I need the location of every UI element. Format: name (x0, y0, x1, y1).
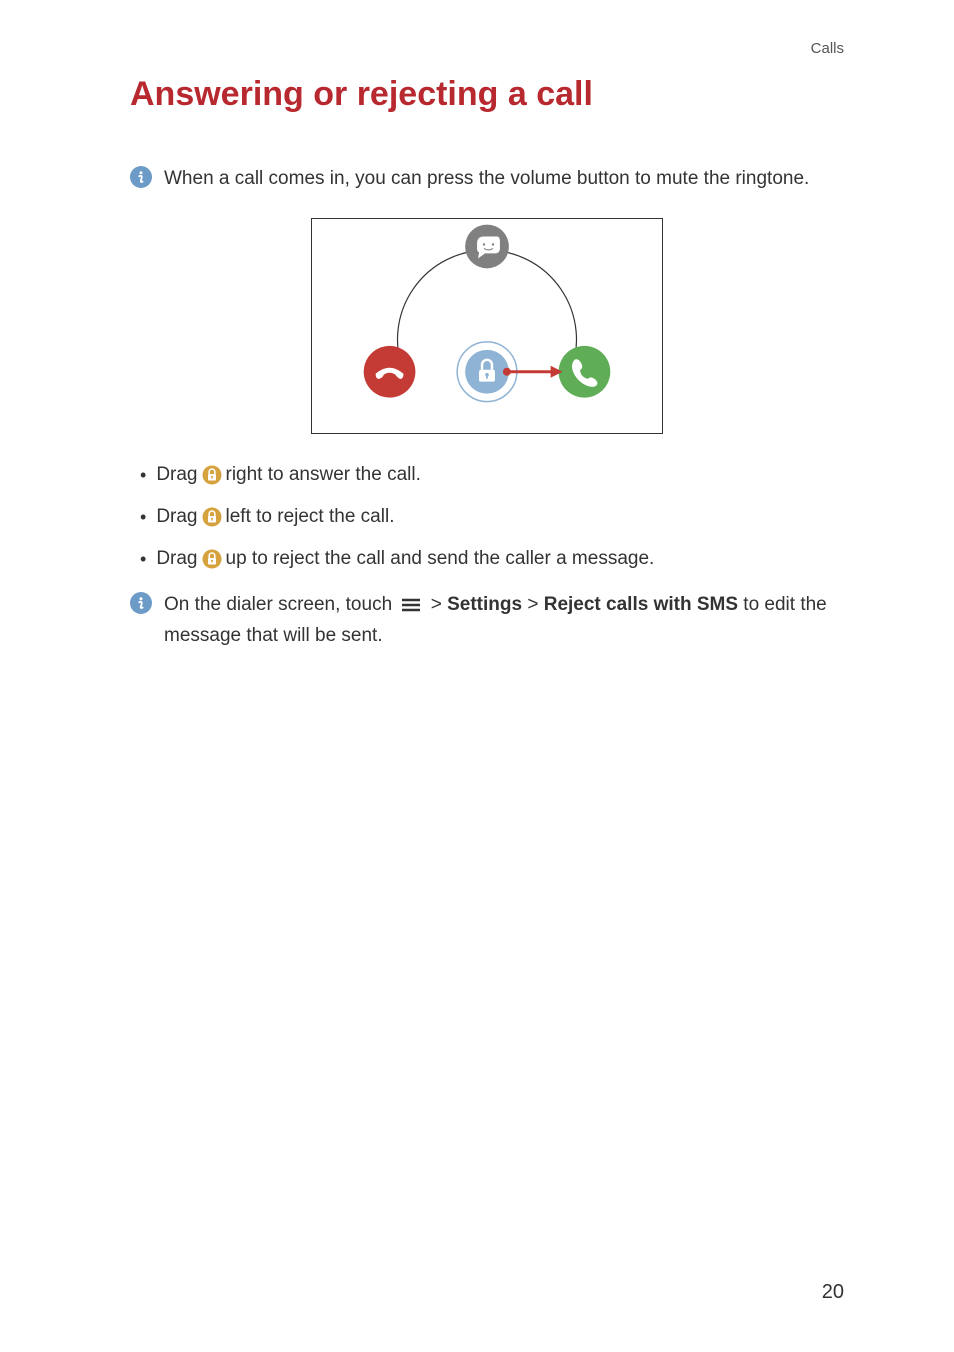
settings-label: Settings (447, 594, 522, 615)
info-icon (130, 166, 152, 188)
bullet-text-pre: Drag (156, 464, 197, 486)
illustration-frame (311, 218, 663, 434)
bullet-drag-right: • Drag right to answer the call. (140, 464, 844, 486)
bullet-icon: • (140, 550, 146, 568)
bullet-drag-up: • Drag up to reject the call and send th… (140, 548, 844, 570)
bullet-text-post: up to reject the call and send the calle… (226, 548, 655, 570)
bullet-icon: • (140, 466, 146, 484)
bullet-text-pre: Drag (156, 506, 197, 528)
tip-edit-text: On the dialer screen, touch > Settings >… (164, 590, 844, 651)
tip2-gt1: > (431, 594, 442, 615)
lock-icon (202, 465, 222, 485)
bullet-drag-left: • Drag left to reject the call. (140, 506, 844, 528)
bullet-text-post: left to reject the call. (226, 506, 395, 528)
info-icon (130, 592, 152, 614)
tip-edit-sms: On the dialer screen, touch > Settings >… (130, 590, 844, 651)
lock-icon (202, 549, 222, 569)
bullet-text-pre: Drag (156, 548, 197, 570)
instruction-list: • Drag right to answer the call. • Drag (140, 464, 844, 570)
page-number: 20 (822, 1281, 844, 1304)
call-swipe-illustration (130, 218, 844, 434)
bullet-text-post: right to answer the call. (226, 464, 421, 486)
bullet-icon: • (140, 508, 146, 526)
lock-icon (202, 507, 222, 527)
reject-sms-label: Reject calls with SMS (544, 594, 738, 615)
tip2-pre: On the dialer screen, touch (164, 594, 392, 615)
message-icon (465, 225, 509, 269)
page-title: Answering or rejecting a call (130, 75, 844, 114)
menu-icon (400, 597, 422, 613)
tip2-gt2: > (527, 594, 538, 615)
drag-right-arrow (503, 366, 563, 378)
decline-icon (364, 346, 416, 398)
header-section-label: Calls (130, 40, 844, 57)
tip-mute-ringtone: When a call comes in, you can press the … (130, 164, 844, 194)
tip-mute-text: When a call comes in, you can press the … (164, 164, 809, 194)
answer-icon (559, 346, 611, 398)
